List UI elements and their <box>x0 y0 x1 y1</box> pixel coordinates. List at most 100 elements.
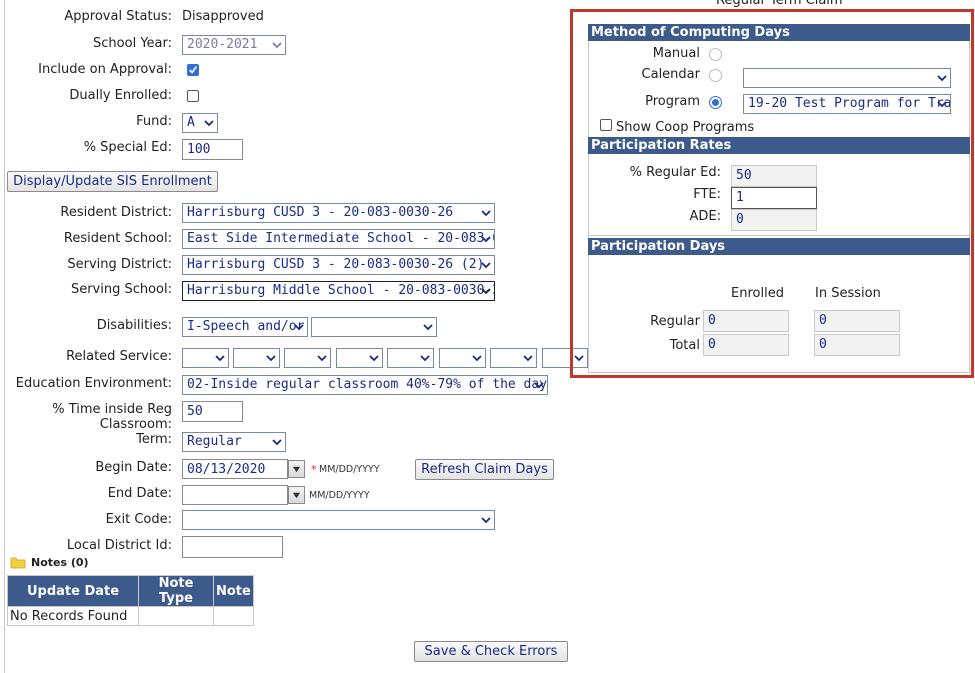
table-cell <box>138 606 214 626</box>
refresh-claim-days-button[interactable]: Refresh Claim Days <box>415 459 554 480</box>
total-in-session-value: 0 <box>814 334 900 356</box>
serving-school-value: Harrisburg Middle School - 20-083-0030-2… <box>187 283 495 298</box>
chevron-down-icon <box>420 355 430 362</box>
term-label: Term: <box>136 432 172 447</box>
special-ed-label: % Special Ed: <box>83 140 172 155</box>
education-environment-value: 02-Inside regular classroom 40%-79% of t… <box>187 377 548 392</box>
serving-school-label: Serving School: <box>70 282 172 297</box>
serving-school-select[interactable]: Harrisburg Middle School - 20-083-0030-2… <box>182 281 495 301</box>
ade-value: 0 <box>731 209 817 231</box>
resident-school-label: Resident School: <box>63 231 172 246</box>
column-header-note[interactable]: Note <box>213 575 254 607</box>
related-service-select-4[interactable] <box>336 348 383 368</box>
regular-days-label: Regular <box>650 314 700 329</box>
serving-district-select[interactable]: Harrisburg CUSD 3 - 20-083-0030-26 (2) <box>182 255 495 275</box>
resident-school-value: East Side Intermediate School - 20-083-0… <box>187 231 495 246</box>
fte-label: FTE: <box>693 187 721 202</box>
regular-ed-label: % Regular Ed: <box>629 165 721 180</box>
local-district-id-input[interactable] <box>182 536 283 558</box>
related-service-select-1[interactable] <box>182 348 229 368</box>
in-session-column-header: In Session <box>815 286 881 301</box>
program-label: Program <box>645 94 700 109</box>
chevron-down-icon <box>369 355 379 362</box>
include-on-approval-label: Include on Approval: <box>38 62 172 77</box>
regular-in-session-value: 0 <box>814 310 900 332</box>
notes-header-row: Update Date Note Type Note <box>7 575 254 607</box>
related-service-select-5[interactable] <box>387 348 434 368</box>
disabilities-select-1[interactable]: I-Speech and/or <box>182 317 308 337</box>
resident-district-select[interactable]: Harrisburg CUSD 3 - 20-083-0030-26 <box>182 203 495 223</box>
time-inside-reg-label-2: Classroom: <box>99 417 172 432</box>
chevron-down-icon <box>523 355 533 362</box>
program-select[interactable]: 19-20 Test Program for Traini <box>743 94 951 114</box>
begin-date-format-hint: MM/DD/YYYY <box>319 464 380 475</box>
include-on-approval-checkbox[interactable] <box>187 64 199 76</box>
related-service-select-6[interactable] <box>439 348 486 368</box>
fund-select[interactable]: A <box>182 113 218 133</box>
program-radio[interactable] <box>709 96 722 109</box>
education-environment-select[interactable]: 02-Inside regular classroom 40%-79% of t… <box>182 375 548 395</box>
chevron-down-icon <box>481 210 491 217</box>
school-year-select[interactable]: 2020-2021 <box>182 35 286 55</box>
term-select[interactable]: Regular <box>182 432 286 452</box>
term-value: Regular <box>187 434 242 449</box>
section-divider <box>588 235 970 236</box>
chevron-down-icon <box>292 492 301 499</box>
dually-enrolled-checkbox[interactable] <box>187 90 199 102</box>
chevron-down-icon <box>472 355 482 362</box>
education-environment-label: Education Environment: <box>15 376 172 391</box>
begin-date-input[interactable]: 08/13/2020 <box>182 459 288 479</box>
time-inside-reg-label: % Time inside Reg <box>52 402 172 417</box>
fund-label: Fund: <box>136 114 172 129</box>
chevron-down-icon <box>481 517 491 524</box>
column-header-note-type[interactable]: Note Type <box>138 575 214 607</box>
begin-date-label: Begin Date: <box>95 460 172 475</box>
end-date-label: End Date: <box>107 486 172 501</box>
end-date-format-hint: MM/DD/YYYY <box>309 490 370 501</box>
school-year-label: School Year: <box>93 36 172 51</box>
related-service-select-7[interactable] <box>490 348 537 368</box>
chevron-down-icon <box>481 262 491 269</box>
total-enrolled-value: 0 <box>703 334 789 356</box>
special-ed-input[interactable]: 100 <box>182 139 243 160</box>
exit-code-select[interactable] <box>182 510 495 530</box>
related-service-select-3[interactable] <box>284 348 331 368</box>
save-and-check-errors-button[interactable]: Save & Check Errors <box>414 641 568 662</box>
end-date-input[interactable] <box>182 485 288 505</box>
participation-rates-header: Participation Rates <box>588 137 970 154</box>
calendar-label: Calendar <box>641 67 700 82</box>
fte-input[interactable]: 1 <box>731 187 817 209</box>
table-row: No Records Found <box>7 606 254 626</box>
page-title: Regular Term Claim <box>716 0 843 8</box>
show-coop-programs-checkbox[interactable] <box>600 119 612 131</box>
serving-district-value: Harrisburg CUSD 3 - 20-083-0030-26 (2) <box>187 257 485 272</box>
chevron-down-icon <box>272 439 282 446</box>
time-inside-reg-input[interactable]: 50 <box>182 401 243 422</box>
calendar-select[interactable] <box>743 68 951 88</box>
disabilities-label: Disabilities: <box>96 318 172 333</box>
left-border-line <box>4 0 5 673</box>
calendar-radio[interactable] <box>709 69 722 82</box>
folder-icon <box>10 557 26 569</box>
related-service-select-2[interactable] <box>233 348 280 368</box>
end-date-picker-button[interactable] <box>288 486 305 504</box>
empty-message: No Records Found <box>7 606 139 626</box>
resident-school-select[interactable]: East Side Intermediate School - 20-083-0… <box>182 229 495 249</box>
begin-date-picker-button[interactable] <box>288 460 305 478</box>
local-district-id-label: Local District Id: <box>66 538 172 553</box>
approval-status-label: Approval Status: <box>64 9 172 24</box>
resident-district-value: Harrisburg CUSD 3 - 20-083-0030-26 <box>187 205 454 220</box>
exit-code-label: Exit Code: <box>105 512 172 527</box>
fund-value: A <box>187 115 195 130</box>
column-header-update-date[interactable]: Update Date <box>7 575 139 607</box>
disabilities-select-2[interactable] <box>311 317 437 337</box>
total-days-label: Total <box>669 338 700 353</box>
ade-label: ADE: <box>689 209 722 224</box>
participation-days-header: Participation Days <box>588 238 970 255</box>
chevron-down-icon <box>534 382 544 389</box>
show-coop-programs-label: Show Coop Programs <box>616 120 755 135</box>
manual-radio[interactable] <box>709 48 722 61</box>
program-value: 19-20 Test Program for Traini <box>748 96 951 111</box>
display-update-sis-enrollment-button[interactable]: Display/Update SIS Enrollment <box>7 171 218 192</box>
chevron-down-icon <box>937 101 947 108</box>
